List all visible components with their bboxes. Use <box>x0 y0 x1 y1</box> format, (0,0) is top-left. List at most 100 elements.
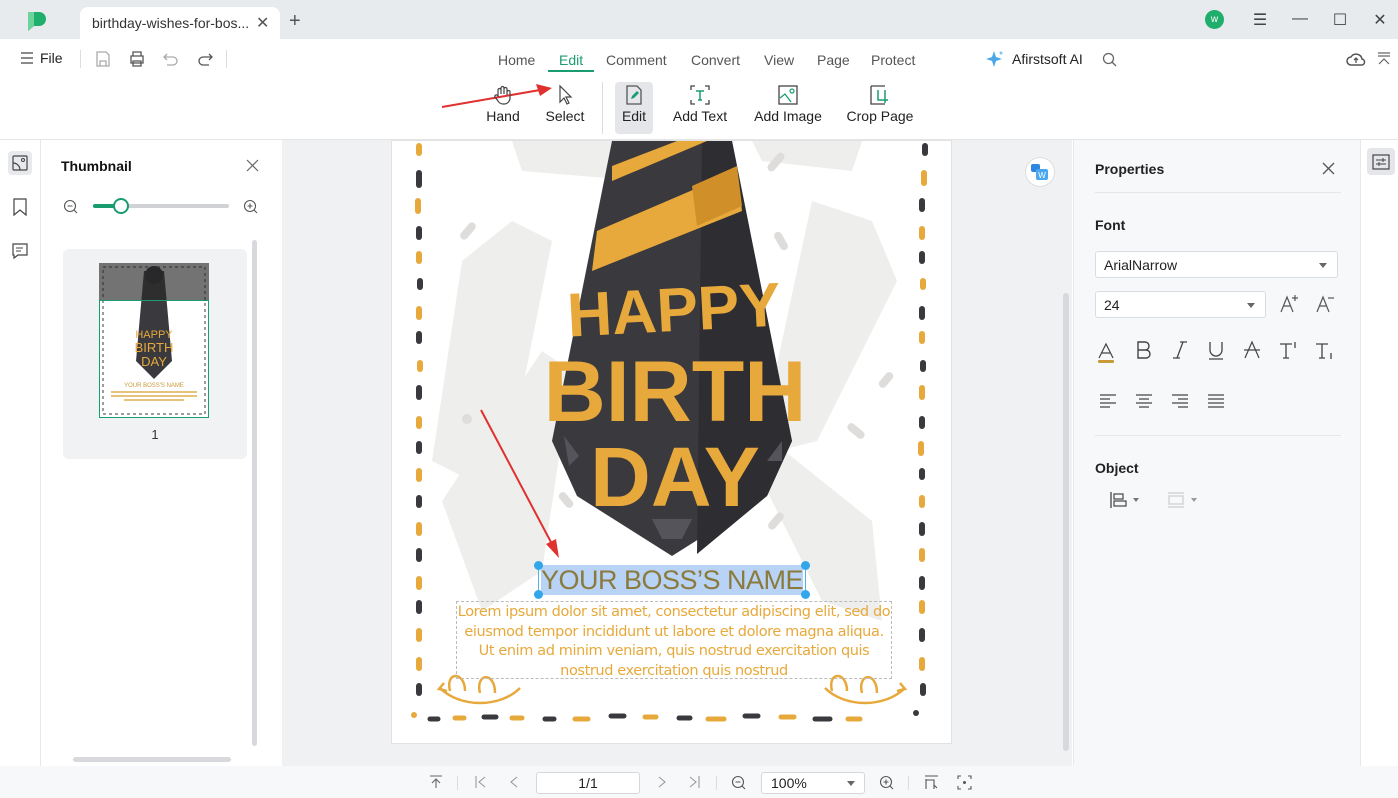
resize-handle[interactable] <box>801 590 810 599</box>
zoom-in-icon[interactable] <box>879 775 894 790</box>
thumbnail-panel-title: Thumbnail <box>61 158 132 174</box>
distribute-object-dropdown[interactable] <box>1167 491 1197 509</box>
close-thumbnail-panel-icon[interactable] <box>246 159 259 172</box>
tool-edit[interactable]: Edit <box>615 82 653 134</box>
decrease-font-size-icon[interactable] <box>1315 294 1335 314</box>
thumbnail-page-number: 1 <box>151 427 159 442</box>
resize-handle[interactable] <box>534 561 543 570</box>
page-thumbnail[interactable]: HAPPY BIRTH DAY YOUR BOSS'S NAME 1 <box>63 249 247 459</box>
properties-toggle-button[interactable] <box>1367 148 1395 175</box>
ai-assistant-button[interactable]: Afirstsoft AI <box>986 50 1083 68</box>
superscript-button[interactable] <box>1279 340 1299 365</box>
heading-line-day: DAY <box>590 430 760 524</box>
fit-width-icon[interactable] <box>924 775 939 790</box>
tab-home[interactable]: Home <box>498 52 535 68</box>
chevron-down-icon <box>847 781 855 786</box>
title-bar: birthday-wishes-for-bos... ✕ + w ☰ — ☐ ✕ <box>0 0 1398 39</box>
chevron-down-icon <box>1247 303 1255 308</box>
tool-select[interactable]: Select <box>542 82 588 134</box>
status-bar: 1/1 100% <box>0 766 1398 798</box>
font-family-select[interactable]: ArialNarrow <box>1095 251 1338 278</box>
document-tab[interactable]: birthday-wishes-for-bos... ✕ <box>80 7 280 39</box>
text-color-icon <box>1098 342 1114 363</box>
text-color-button[interactable] <box>1096 341 1116 365</box>
strikethrough-button[interactable] <box>1243 340 1261 365</box>
add-text-icon <box>690 85 710 105</box>
font-size-select[interactable]: 24 <box>1095 291 1266 318</box>
file-menu-button[interactable]: File <box>20 50 63 66</box>
fullscreen-icon[interactable] <box>957 775 972 790</box>
divider <box>602 82 603 134</box>
translate-button[interactable]: W <box>1025 157 1055 187</box>
align-right-icon[interactable] <box>1171 393 1189 409</box>
font-section-label: Font <box>1095 217 1126 233</box>
boss-name-text[interactable]: YOUR BOSS’S NAME <box>541 565 804 595</box>
zoom-out-thumbnail-icon[interactable] <box>63 199 78 214</box>
bold-button[interactable] <box>1135 340 1153 365</box>
zoom-out-icon[interactable] <box>731 775 746 790</box>
subscript-button[interactable] <box>1315 340 1335 365</box>
tool-crop-page[interactable]: Crop Page <box>846 82 914 134</box>
divider <box>1095 435 1341 436</box>
align-left-icon[interactable] <box>1099 393 1117 409</box>
body-text-box[interactable]: Lorem ipsum dolor sit amet, consectetur … <box>456 601 892 679</box>
svg-text:W: W <box>1038 171 1046 180</box>
new-tab-button[interactable]: + <box>289 10 301 33</box>
tab-page[interactable]: Page <box>817 52 850 68</box>
resize-handle[interactable] <box>801 561 810 570</box>
thumbnail-panel-button[interactable] <box>8 151 32 175</box>
heading-line-birth: BIRTH <box>544 344 807 440</box>
redo-icon[interactable] <box>196 50 214 68</box>
minimize-icon[interactable]: — <box>1290 10 1310 30</box>
properties-title: Properties <box>1095 161 1165 177</box>
tab-comment[interactable]: Comment <box>606 52 667 68</box>
print-icon[interactable] <box>128 50 146 68</box>
collapse-ribbon-icon[interactable] <box>1377 51 1391 67</box>
resize-handle[interactable] <box>534 590 543 599</box>
thumbnail-scrollbar[interactable] <box>252 240 257 746</box>
zoom-level-select[interactable]: 100% <box>761 772 865 794</box>
first-page-icon[interactable] <box>474 775 488 789</box>
previous-page-icon[interactable] <box>507 775 521 789</box>
selected-text-box[interactable]: YOUR BOSS’S NAME <box>534 561 810 599</box>
tool-add-text[interactable]: Add Text <box>671 82 729 134</box>
annotation-arrow <box>480 409 559 558</box>
zoom-in-thumbnail-icon[interactable] <box>243 199 258 214</box>
underline-icon <box>1209 342 1223 360</box>
tool-hand[interactable]: Hand <box>482 82 524 134</box>
tab-edit[interactable]: Edit <box>559 52 583 68</box>
close-tab-icon[interactable]: ✕ <box>256 13 269 33</box>
bookmark-panel-button[interactable] <box>8 195 32 219</box>
italic-button[interactable] <box>1171 340 1189 365</box>
justify-icon[interactable] <box>1207 393 1225 409</box>
thumbnail-hscrollbar[interactable] <box>73 757 231 762</box>
search-icon[interactable] <box>1102 52 1117 67</box>
undo-icon[interactable] <box>162 50 180 68</box>
close-properties-icon[interactable] <box>1322 162 1335 175</box>
tab-view[interactable]: View <box>764 52 794 68</box>
underline-button[interactable] <box>1207 340 1225 365</box>
tab-protect[interactable]: Protect <box>871 52 915 68</box>
thumbnail-zoom-slider[interactable] <box>93 198 229 214</box>
align-object-dropdown[interactable] <box>1109 491 1139 509</box>
tab-convert[interactable]: Convert <box>691 52 740 68</box>
slider-handle[interactable] <box>113 198 129 214</box>
tool-add-image[interactable]: Add Image <box>752 82 824 134</box>
maximize-icon[interactable]: ☐ <box>1330 10 1350 30</box>
increase-font-size-icon[interactable] <box>1279 294 1299 314</box>
app-menu-icon[interactable]: ☰ <box>1250 10 1270 30</box>
close-window-icon[interactable]: ✕ <box>1370 10 1390 30</box>
save-icon[interactable] <box>94 50 112 68</box>
comments-panel-button[interactable] <box>8 239 32 263</box>
next-page-icon[interactable] <box>655 775 669 789</box>
page-number-input[interactable]: 1/1 <box>536 772 640 794</box>
user-avatar[interactable]: w <box>1205 10 1224 29</box>
go-to-top-icon[interactable] <box>429 775 443 789</box>
document-scrollbar[interactable] <box>1063 293 1069 751</box>
align-center-icon[interactable] <box>1135 393 1153 409</box>
cloud-upload-icon[interactable] <box>1346 51 1366 67</box>
distribute-objects-icon <box>1168 492 1184 508</box>
hand-icon <box>494 85 511 105</box>
last-page-icon[interactable] <box>687 775 701 789</box>
dashed-border-bottom <box>411 710 919 722</box>
